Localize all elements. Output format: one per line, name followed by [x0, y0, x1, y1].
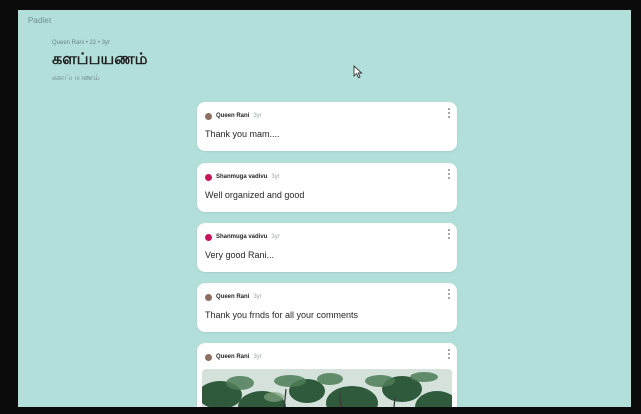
post-author: Queen Rani — [216, 113, 250, 119]
post-header: Queen Rani 3yr — [205, 111, 262, 121]
post-author: Queen Rani — [216, 354, 250, 360]
post-photo[interactable] — [202, 369, 452, 407]
board-title: களப்பயணம் — [52, 51, 148, 68]
post-text: Thank you frnds for all your comments — [205, 310, 359, 320]
more-options-icon[interactable] — [448, 229, 451, 239]
avatar — [205, 353, 212, 361]
padlet-board: Padlet Queen Rani • 22 • 3yr களப்பயணம் க… — [18, 10, 631, 407]
post-time: 3yr — [253, 354, 262, 360]
avatar — [205, 293, 212, 301]
post-text: Very good Rani... — [205, 250, 275, 260]
post-card[interactable]: Queen Rani 3yr — [197, 343, 457, 407]
more-options-icon[interactable] — [448, 108, 451, 118]
post-header: Shanmuga vadivu 3yr — [205, 232, 280, 242]
post-header: Shanmuga vadivu 3yr — [205, 172, 280, 182]
post-time: 3yr — [271, 174, 280, 180]
post-author: Shanmuga vadivu — [216, 174, 268, 180]
screen-frame: Padlet Queen Rani • 22 • 3yr களப்பயணம் க… — [0, 0, 641, 414]
board-subtitle: களப்பயணம் — [52, 73, 100, 82]
post-card[interactable]: Queen Rani 3yr Thank you mam.... — [197, 102, 457, 151]
post-card[interactable]: Shanmuga vadivu 3yr Well organized and g… — [197, 163, 457, 212]
post-text: Well organized and good — [205, 190, 305, 200]
post-text: Thank you mam.... — [205, 129, 280, 139]
post-card[interactable]: Shanmuga vadivu 3yr Very good Rani... — [197, 223, 457, 272]
avatar — [205, 112, 212, 120]
post-header: Queen Rani 3yr — [205, 352, 262, 362]
post-time: 3yr — [253, 113, 262, 119]
more-options-icon[interactable] — [448, 349, 451, 359]
padlet-logo[interactable]: Padlet — [28, 16, 51, 25]
avatar — [205, 173, 212, 181]
post-author: Shanmuga vadivu — [216, 234, 268, 240]
post-time: 3yr — [271, 234, 280, 240]
post-header: Queen Rani 3yr — [205, 292, 262, 302]
post-author: Queen Rani — [216, 294, 250, 300]
more-options-icon[interactable] — [448, 169, 451, 179]
avatar — [205, 233, 212, 241]
more-options-icon[interactable] — [448, 289, 451, 299]
post-card[interactable]: Queen Rani 3yr Thank you frnds for all y… — [197, 283, 457, 332]
mouse-cursor-icon — [353, 65, 363, 79]
post-time: 3yr — [253, 294, 262, 300]
board-meta: Queen Rani • 22 • 3yr — [52, 40, 110, 46]
